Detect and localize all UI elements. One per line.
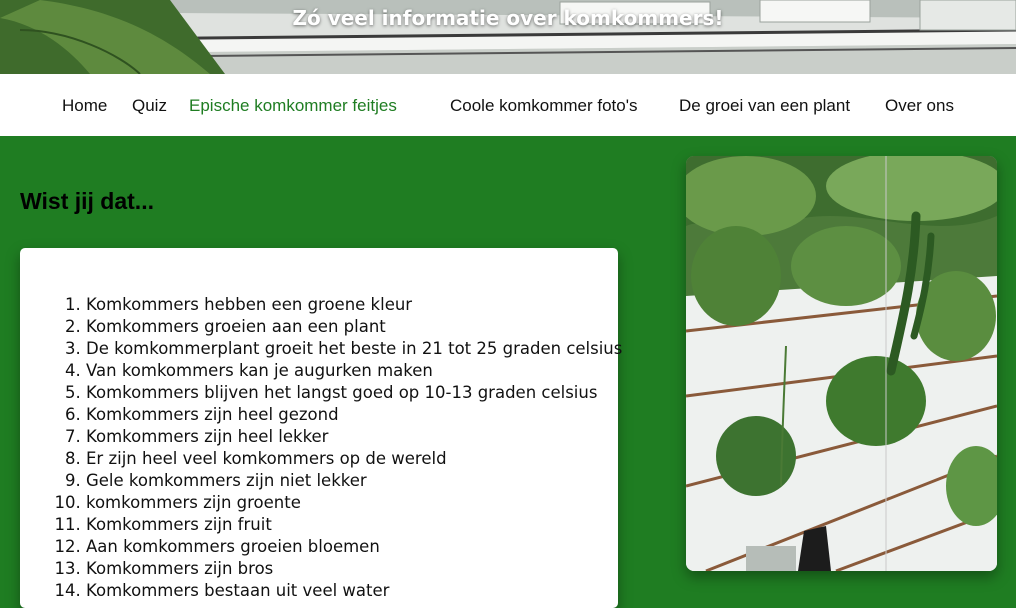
fact-item: komkommers zijn groente — [86, 492, 622, 514]
fact-item: Van komkommers kan je augurken maken — [86, 360, 622, 382]
nav-groei-plant[interactable]: De groei van een plant — [679, 96, 850, 116]
main-nav: Home Quiz Epische komkommer feitjes Cool… — [0, 74, 1016, 136]
facts-list: Komkommers hebben een groene kleur Komko… — [20, 294, 622, 602]
fact-item: Komkommers zijn heel gezond — [86, 404, 622, 426]
nav-epische-feitjes[interactable]: Epische komkommer feitjes — [189, 96, 397, 116]
fact-item: Gele komkommers zijn niet lekker — [86, 470, 622, 492]
nav-coole-fotos[interactable]: Coole komkommer foto's — [450, 96, 637, 116]
fact-item: Er zijn heel veel komkommers op de werel… — [86, 448, 622, 470]
fact-item: Komkommers bestaan uit veel water — [86, 580, 622, 602]
cucumber-plant-photo — [686, 156, 997, 571]
nav-over-ons[interactable]: Over ons — [885, 96, 954, 116]
page-heading: Wist jij dat... — [20, 188, 154, 214]
fact-item: Komkommers zijn bros — [86, 558, 622, 580]
fact-item: Komkommers hebben een groene kleur — [86, 294, 622, 316]
facts-card: Komkommers hebben een groene kleur Komko… — [20, 248, 622, 608]
fact-item: Komkommers groeien aan een plant — [86, 316, 622, 338]
banner-title: Zó veel informatie over komkommers! — [292, 6, 724, 30]
fact-item: Komkommers zijn heel lekker — [86, 426, 622, 448]
fact-item: De komkommerplant groeit het beste in 21… — [86, 338, 622, 360]
fact-item: Komkommers blijven het langst goed op 10… — [86, 382, 622, 404]
fact-item: Komkommers zijn fruit — [86, 514, 622, 536]
header-banner: Zó veel informatie over komkommers! — [0, 0, 1016, 74]
nav-home[interactable]: Home — [62, 96, 107, 116]
fact-item: Aan komkommers groeien bloemen — [86, 536, 622, 558]
nav-quiz[interactable]: Quiz — [132, 96, 167, 116]
cucumber-plant-image — [686, 156, 997, 571]
